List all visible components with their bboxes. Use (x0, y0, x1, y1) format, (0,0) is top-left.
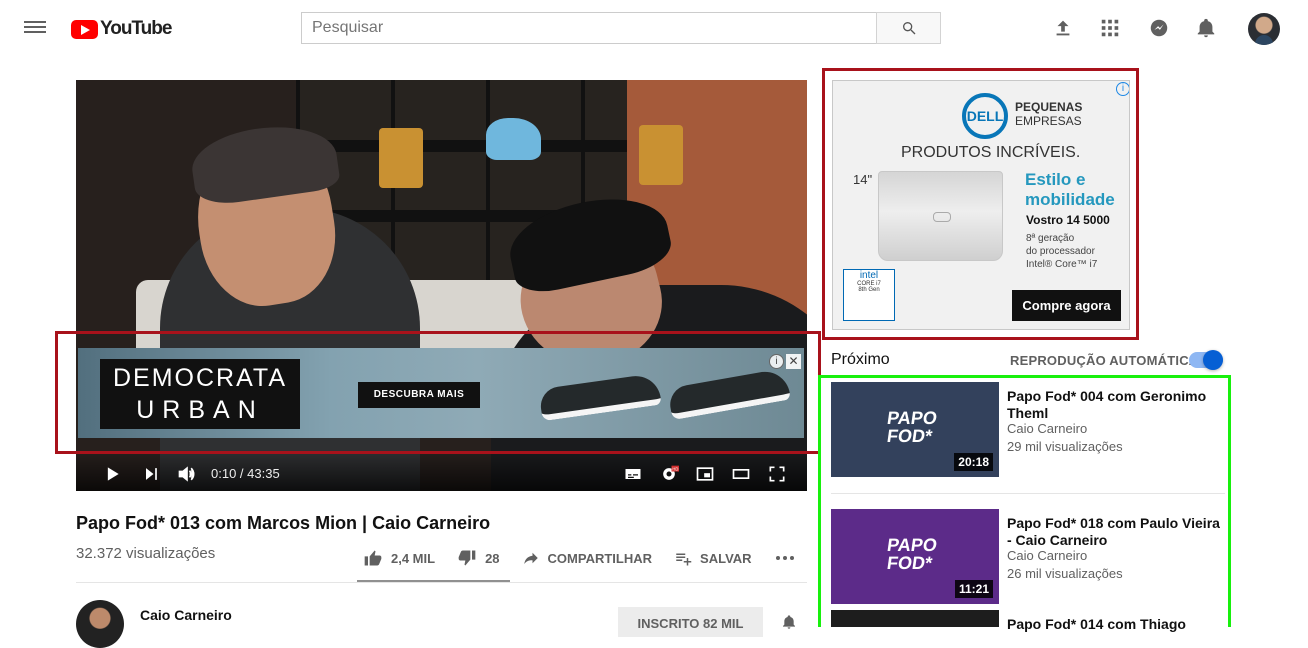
apps-icon[interactable] (1099, 17, 1121, 39)
youtube-logo-icon (71, 19, 98, 39)
view-count: 32.372 visualizações (76, 545, 216, 562)
save-button[interactable]: SALVAR (674, 549, 752, 567)
up-next-video-card[interactable]: PAPO FOD* 20:18 Papo Fod* 004 com Geronimo… (831, 382, 1225, 477)
next-icon[interactable] (141, 464, 161, 484)
notification-bell-icon[interactable] (781, 614, 797, 630)
video-channel[interactable]: Caio Carneiro (1007, 421, 1087, 436)
thumbnail-text-line1: PAPO (885, 408, 939, 428)
save-label: SALVAR (700, 550, 752, 566)
subscribed-button[interactable]: INSCRITO 82 MIL (618, 607, 763, 637)
video-thumbnail[interactable] (831, 610, 999, 627)
intel-line1: intel (859, 270, 879, 281)
trophy-object (639, 125, 683, 185)
up-next-video-card[interactable]: Papo Fod* 014 com Thiago (831, 610, 1225, 632)
spec-line2: do processador (1026, 246, 1095, 257)
video-channel[interactable]: Caio Carneiro (1007, 548, 1087, 563)
spec-line3: Intel® Core™ i7 (1026, 259, 1098, 270)
youtube-logo-text: YouTube (100, 18, 172, 39)
subtitles-icon[interactable] (623, 464, 643, 484)
laptop-model: Vostro 14 5000 (1026, 213, 1110, 227)
video-title: Papo Fod* 013 com Marcos Mion | Caio Car… (76, 513, 491, 533)
share-icon (523, 552, 538, 564)
trophy-object (379, 128, 423, 188)
up-next-divider (831, 493, 1225, 494)
up-next-video-card[interactable]: PAPO FOD* 11:21 Papo Fod* 018 com Paulo Vi… (831, 509, 1225, 604)
video-actions: 2,4 MIL 28 COMPARTILHAR SALVAR (363, 546, 826, 570)
theater-mode-icon[interactable] (731, 464, 751, 484)
thumbs-down-icon (458, 550, 476, 566)
video-duration: 20:18 (954, 453, 993, 471)
ad-headline: PRODUTOS INCRÍVEIS. (901, 144, 1081, 161)
video-views: 26 mil visualizações (1007, 566, 1123, 581)
search-button[interactable] (876, 12, 941, 44)
autoplay-toggle[interactable] (1189, 350, 1223, 370)
hd-badge: HD (672, 467, 678, 472)
miniplayer-icon[interactable] (695, 464, 715, 484)
video-duration: 11:21 (954, 580, 993, 598)
messages-icon[interactable] (1148, 17, 1170, 39)
video-title-link[interactable]: Papo Fod* 014 com Thiago (1007, 616, 1225, 633)
laptop-size: 14" (853, 172, 873, 187)
thumbnail-text-line1: PAPO (885, 535, 939, 555)
thumbnail-text-line2: FOD* (885, 426, 934, 446)
avatar[interactable] (1248, 13, 1280, 45)
top-navigation-bar: YouTube (0, 0, 1308, 56)
dell-program-line1: PEQUENAS (1015, 100, 1083, 114)
volume-icon[interactable] (177, 464, 197, 484)
video-thumbnail[interactable]: PAPO FOD* 11:21 (831, 509, 999, 604)
video-thumbnail[interactable]: PAPO FOD* 20:18 (831, 382, 999, 477)
playlist-add-icon (676, 553, 692, 566)
dell-logo: DELL (962, 93, 1008, 139)
buy-now-button[interactable]: Compre agora (1012, 290, 1121, 321)
player-ad-highlight-frame (55, 331, 821, 454)
channel-avatar[interactable] (76, 600, 124, 648)
laptop-specs: 8ª geração do processador Intel® Core™ i7 (1026, 232, 1097, 271)
metadata-divider (76, 582, 807, 583)
youtube-logo[interactable]: YouTube (71, 18, 172, 40)
dislike-button[interactable]: 28 (457, 548, 500, 568)
fullscreen-icon[interactable] (767, 464, 787, 484)
video-views: 29 mil visualizações (1007, 439, 1123, 454)
ad-feature-text: Estilo e mobilidade (1025, 170, 1115, 210)
video-title-link[interactable]: Papo Fod* 018 com Paulo Vieira - Caio Ca… (1007, 515, 1225, 549)
intel-core-badge: intel CORE i7 8th Gen (843, 269, 895, 321)
video-background-shelf-board (296, 140, 636, 152)
thumbnail-logo: PAPO FOD* (883, 408, 939, 446)
feature-line1: Estilo e (1025, 170, 1086, 189)
intel-line3: 8th Gen (858, 287, 880, 293)
blue-dog-figurine (486, 118, 541, 160)
search-input[interactable] (301, 12, 877, 44)
notifications-icon[interactable] (1195, 17, 1217, 39)
thumbnail-text-line2: FOD* (885, 553, 934, 573)
more-actions-button[interactable] (774, 554, 804, 562)
search-icon (903, 21, 916, 35)
dell-display-ad[interactable]: i DELL PEQUENAS EMPRESAS PRODUTOS INCRÍV… (832, 80, 1130, 330)
player-controls: 0:10 / 43:35 HD (76, 450, 807, 491)
channel-name[interactable]: Caio Carneiro (140, 607, 232, 623)
laptop-image (878, 171, 1003, 261)
play-icon[interactable] (102, 464, 122, 484)
dell-program-line2: EMPRESAS (1015, 114, 1082, 128)
video-title-link[interactable]: Papo Fod* 004 com Geronimo Theml (1007, 388, 1225, 422)
more-icon (775, 556, 794, 560)
up-next-label: Próximo (831, 351, 890, 368)
feature-line2: mobilidade (1025, 190, 1115, 209)
like-count: 2,4 MIL (391, 550, 436, 566)
settings-icon[interactable]: HD (659, 464, 679, 484)
dislike-count: 28 (485, 550, 500, 566)
share-label: COMPARTILHAR (547, 550, 653, 566)
thumbs-up-icon (364, 550, 382, 566)
like-button[interactable]: 2,4 MIL (363, 548, 435, 568)
menu-icon[interactable] (24, 18, 46, 38)
share-button[interactable]: COMPARTILHAR (522, 549, 652, 567)
spec-line1: 8ª geração (1026, 233, 1075, 244)
thumbnail-logo: PAPO FOD* (883, 535, 939, 573)
ad-choice-icon[interactable]: i (1116, 82, 1129, 96)
upload-icon[interactable] (1052, 17, 1074, 39)
autoplay-label: REPRODUÇÃO AUTOMÁTICA (1010, 353, 1199, 368)
playback-time: 0:10 / 43:35 (211, 466, 280, 481)
